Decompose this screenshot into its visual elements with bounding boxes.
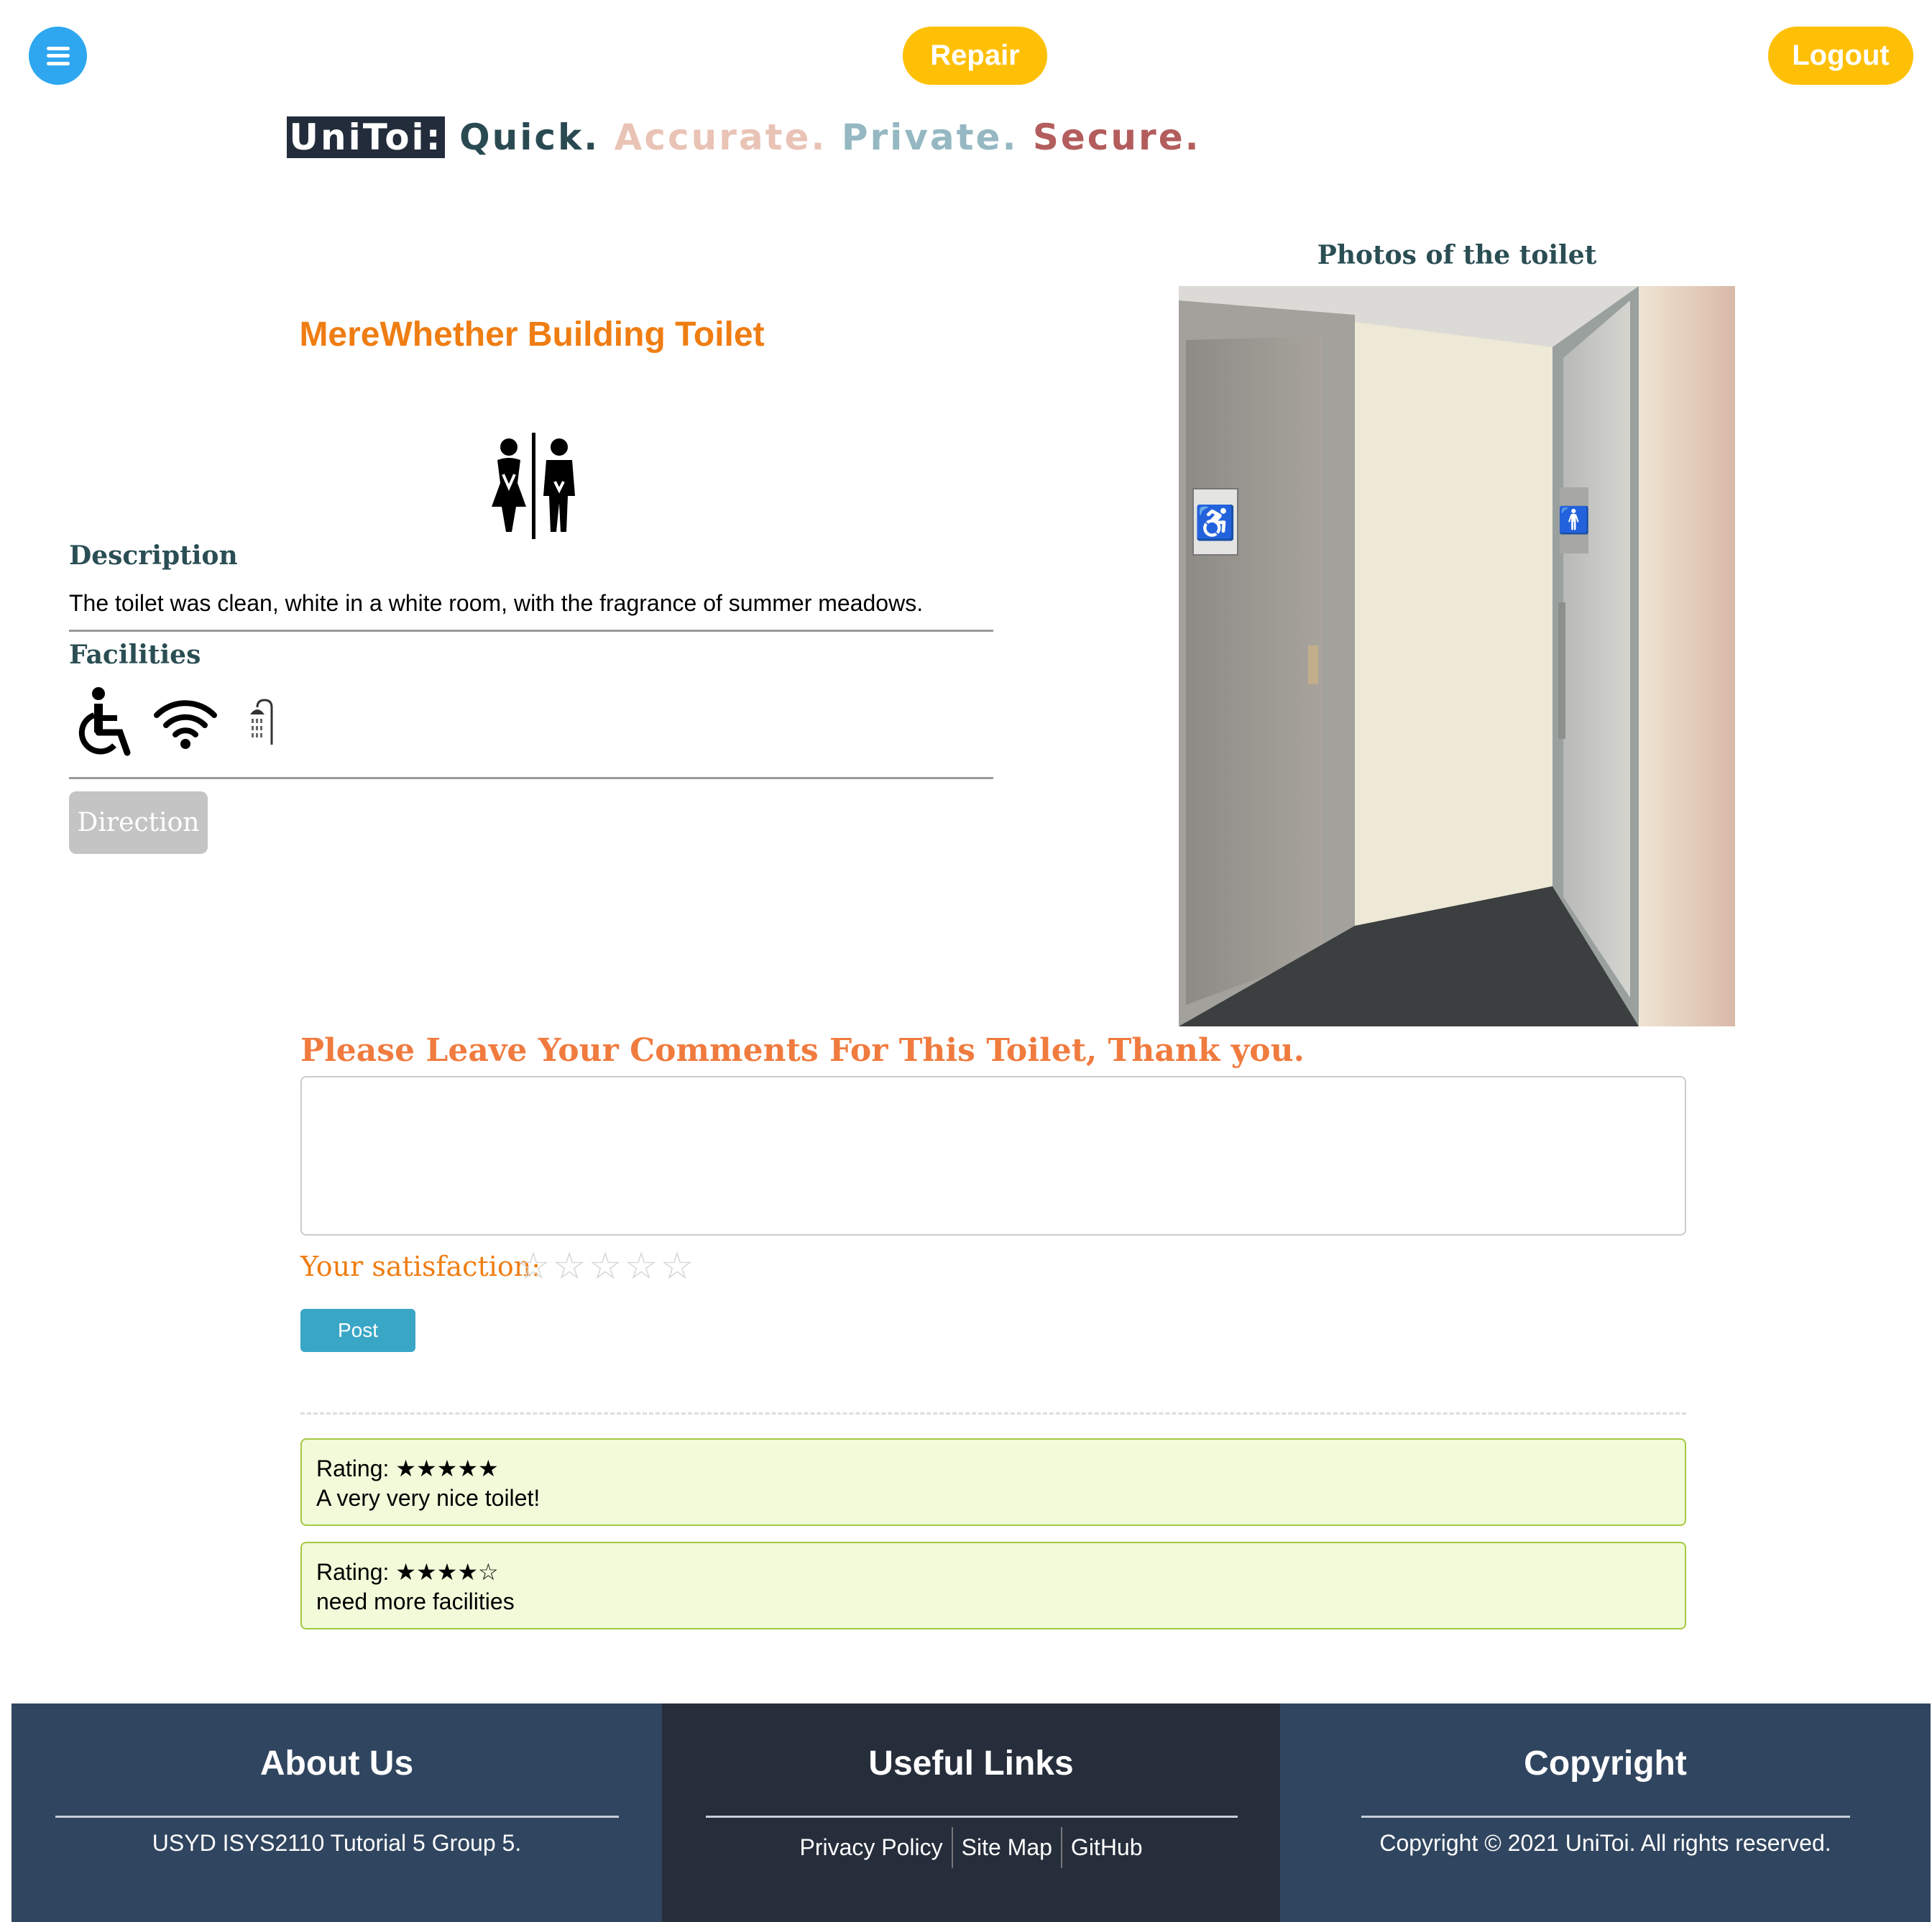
comment-heading: Please Leave Your Comments For This Toil… <box>300 1032 1305 1069</box>
tagline-word-accurate: Accurate. <box>614 116 827 158</box>
brand-name: UniToi: <box>287 116 445 158</box>
svg-text:♿: ♿ <box>1195 504 1236 542</box>
footer-links: Useful Links Privacy Policy Site Map Git… <box>662 1703 1280 1922</box>
menu-button[interactable] <box>29 27 87 85</box>
footer: About Us USYD ISYS2110 Tutorial 5 Group … <box>12 1703 1931 1922</box>
copyright-heading: Copyright <box>1524 1744 1687 1783</box>
tagline-word-private: Private. <box>841 116 1018 158</box>
facilities-heading: Facilities <box>69 640 201 670</box>
wifi-icon <box>150 686 221 758</box>
review-card: Rating: ★★★★☆ need more facilities <box>300 1542 1686 1629</box>
privacy-policy-link[interactable]: Privacy Policy <box>791 1827 951 1868</box>
review-rating: Rating: ★★★★★ <box>316 1456 499 1481</box>
svg-text:🚹: 🚹 <box>1558 505 1591 535</box>
tagline-word-secure: Secure. <box>1032 116 1201 158</box>
github-link[interactable]: GitHub <box>1060 1827 1151 1868</box>
divider <box>1361 1816 1850 1818</box>
tagline: UniToi: Quick. Accurate. Private. Secure… <box>0 116 1488 158</box>
divider <box>300 1412 1686 1415</box>
links-heading: Useful Links <box>868 1744 1074 1783</box>
review-rating: Rating: ★★★★☆ <box>316 1559 499 1585</box>
logout-button[interactable]: Logout <box>1768 27 1913 85</box>
star-icon[interactable]: ☆ <box>587 1245 623 1288</box>
star-icon[interactable]: ☆ <box>551 1245 587 1288</box>
star-icon[interactable]: ☆ <box>623 1245 659 1288</box>
comment-textarea[interactable] <box>300 1076 1686 1236</box>
footer-about: About Us USYD ISYS2110 Tutorial 5 Group … <box>12 1703 662 1922</box>
about-heading: About Us <box>259 1744 414 1783</box>
photo-caption: Photos of the toilet <box>1317 240 1597 270</box>
footer-copyright: Copyright Copyright © 2021 UniToi. All r… <box>1280 1703 1931 1922</box>
hamburger-icon <box>46 46 70 65</box>
divider <box>69 630 993 632</box>
review-text: A very very nice toilet! <box>316 1485 540 1511</box>
wheelchair-icon <box>69 686 141 758</box>
divider <box>706 1816 1238 1818</box>
tagline-word-quick: Quick. <box>459 116 600 158</box>
post-button[interactable]: Post <box>300 1309 415 1352</box>
site-map-link[interactable]: Site Map <box>951 1827 1061 1868</box>
review-card: Rating: ★★★★★ A very very nice toilet! <box>300 1438 1686 1526</box>
shower-icon <box>230 686 302 758</box>
toilet-title: MereWhether Building Toilet <box>299 316 765 354</box>
description-text: The toilet was clean, white in a white r… <box>69 590 924 616</box>
star-icon[interactable]: ☆ <box>659 1245 695 1288</box>
star-icon[interactable]: ☆ <box>515 1245 551 1288</box>
facilities-list <box>69 686 302 758</box>
copyright-text: Copyright © 2021 UniToi. All rights rese… <box>1379 1830 1831 1856</box>
links-row: Privacy Policy Site Map GitHub <box>662 1827 1280 1868</box>
satisfaction-label: Your satisfaction: <box>300 1251 541 1282</box>
repair-button[interactable]: Repair <box>903 27 1047 85</box>
direction-button[interactable]: Direction <box>69 791 208 854</box>
star-rating-input[interactable]: ☆ ☆ ☆ ☆ ☆ <box>515 1245 695 1288</box>
toilet-photo: ♿ 🚹 <box>1179 286 1735 1026</box>
unisex-toilet-icon <box>489 431 579 541</box>
about-text: USYD ISYS2110 Tutorial 5 Group 5. <box>152 1830 522 1856</box>
divider <box>55 1816 619 1818</box>
review-text: need more facilities <box>316 1588 515 1614</box>
description-heading: Description <box>69 541 238 571</box>
divider <box>69 777 993 779</box>
